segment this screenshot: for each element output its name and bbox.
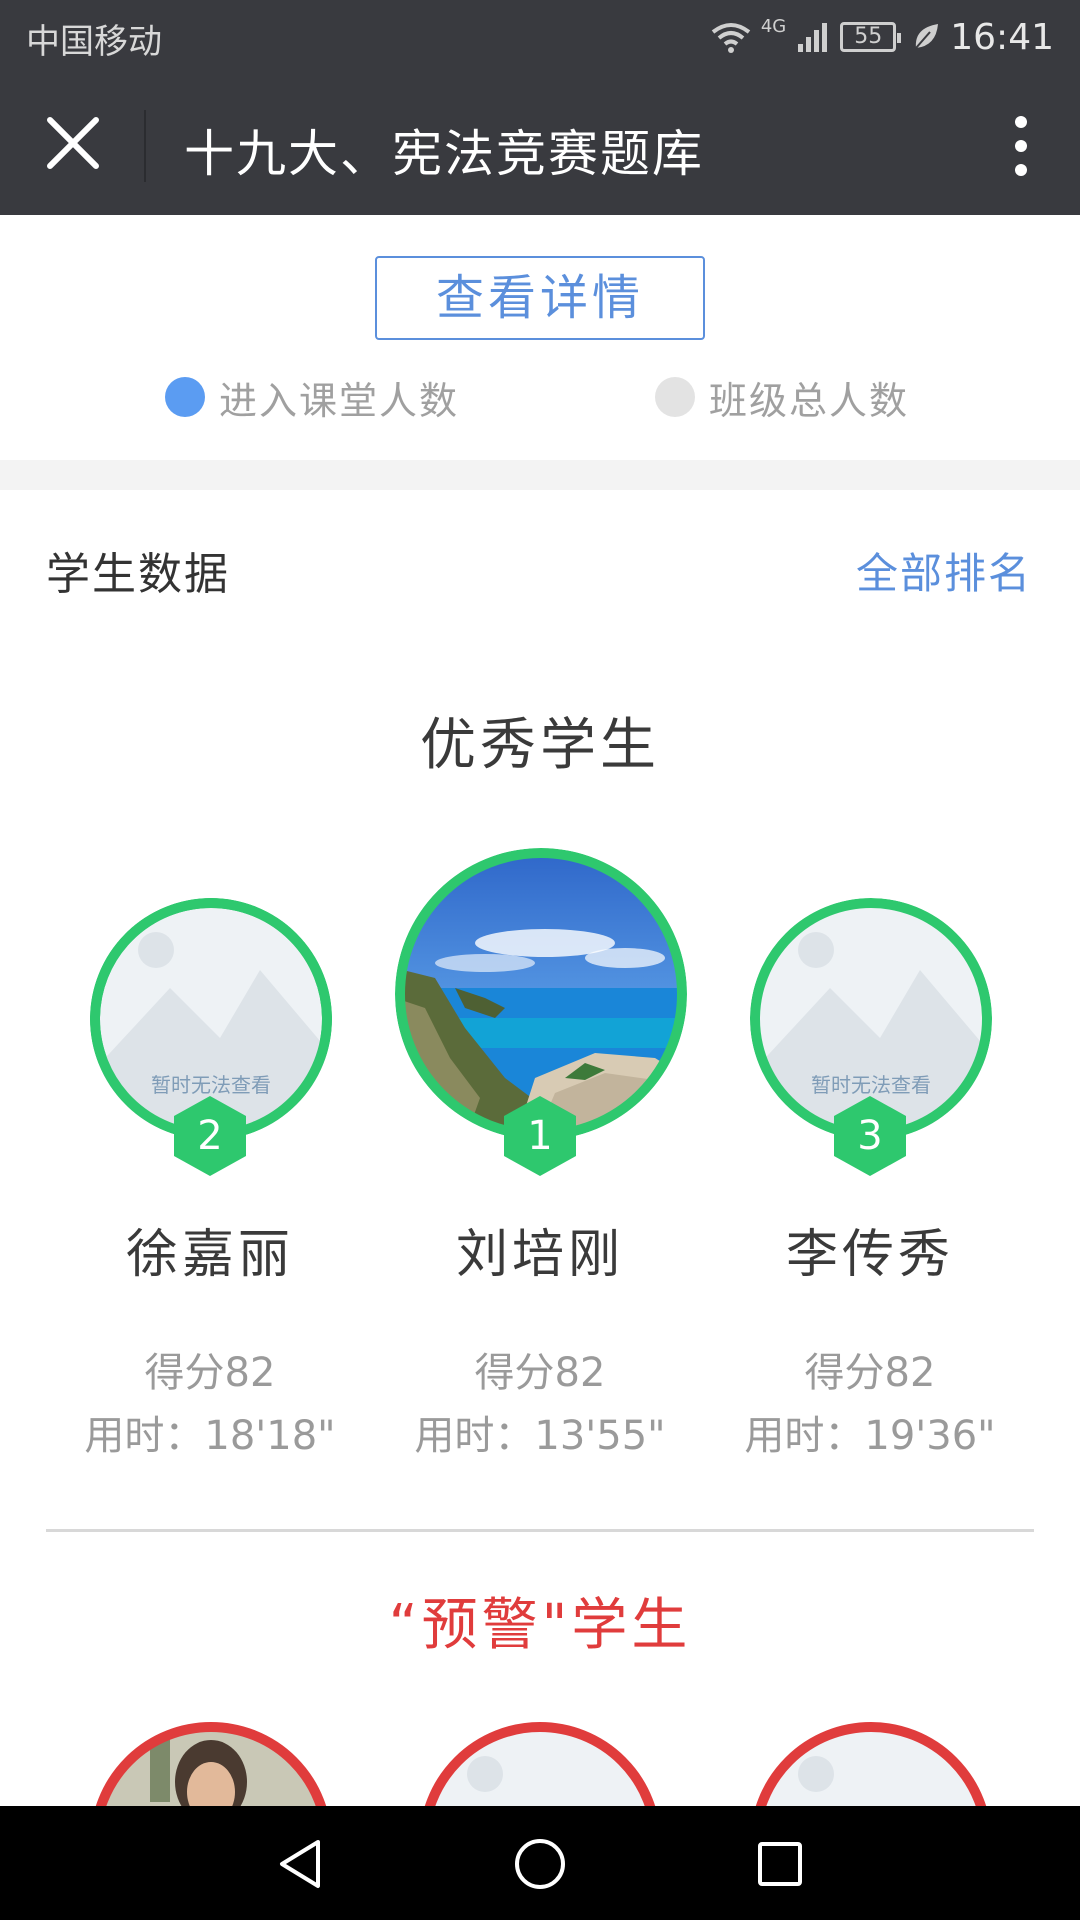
leaf-icon bbox=[915, 24, 939, 49]
more-menu-icon[interactable] bbox=[1006, 114, 1036, 178]
battery-icon: 55 bbox=[840, 22, 902, 52]
student-score: 得分82 bbox=[804, 1350, 936, 1396]
student-time: 用时：18'18" bbox=[84, 1413, 336, 1459]
system-navigation-bar bbox=[0, 1806, 1080, 1920]
legend-item-total: 班级总人数 bbox=[655, 372, 910, 423]
legend-dot bbox=[655, 377, 695, 417]
student-time: 用时：13'55" bbox=[414, 1413, 666, 1459]
status-bar: 中国移动 4G 55 16:41 bbox=[0, 0, 1080, 74]
wifi-icon bbox=[711, 23, 751, 53]
all-ranking-link[interactable]: 全部排名 bbox=[856, 540, 1032, 601]
warning-student-avatar[interactable] bbox=[419, 1722, 661, 1806]
legend-item-entered: 进入课堂人数 bbox=[165, 372, 460, 423]
legend-label: 进入课堂人数 bbox=[219, 378, 460, 423]
page-title: 十九大、宪法竞赛题库 bbox=[184, 125, 704, 183]
student-name: 刘培刚 bbox=[455, 1225, 624, 1285]
avatar-placeholder-text: 暂时无法查看 bbox=[151, 1073, 271, 1097]
recents-icon[interactable] bbox=[752, 1836, 808, 1892]
warning-student-avatar[interactable] bbox=[750, 1722, 992, 1806]
student-score: 得分82 bbox=[144, 1350, 276, 1396]
rank-number: 3 bbox=[857, 1113, 883, 1159]
section-divider bbox=[46, 1529, 1034, 1532]
rank-number: 2 bbox=[197, 1113, 223, 1159]
section-separator bbox=[0, 460, 1080, 490]
student-data-title: 学生数据 bbox=[46, 549, 230, 600]
student-time: 用时：19'36" bbox=[744, 1413, 996, 1459]
battery-level: 55 bbox=[854, 24, 883, 49]
close-icon[interactable] bbox=[40, 110, 106, 176]
signal-icon bbox=[798, 23, 828, 52]
avatar-placeholder-text: 暂时无法查看 bbox=[811, 1073, 931, 1097]
rank-number: 1 bbox=[527, 1113, 553, 1159]
rank-badge: 3 bbox=[834, 1096, 906, 1176]
nav-divider bbox=[144, 110, 146, 182]
legend-dot bbox=[165, 377, 205, 417]
student-score: 得分82 bbox=[474, 1350, 606, 1396]
top-student-card-rank-2[interactable]: 暂时无法查看 2 徐嘉丽 得分82 用时：18'18" bbox=[60, 898, 360, 1459]
excellent-students-heading: 优秀学生 bbox=[420, 713, 660, 778]
warning-students-heading: “预警"学生 bbox=[388, 1593, 692, 1658]
legend-label: 班级总人数 bbox=[709, 378, 910, 423]
status-indicators: 4G 55 16:41 bbox=[711, 12, 1054, 62]
carrier-label: 中国移动 bbox=[26, 22, 162, 62]
network-type-label: 4G bbox=[760, 16, 787, 37]
nav-bar: 十九大、宪法竞赛题库 bbox=[0, 74, 1080, 215]
top-student-card-rank-1[interactable]: 1 刘培刚 得分82 用时：13'55" bbox=[390, 848, 690, 1459]
student-name: 徐嘉丽 bbox=[125, 1225, 294, 1285]
home-icon[interactable] bbox=[512, 1836, 568, 1892]
view-details-button[interactable]: 查看详情 bbox=[375, 256, 705, 340]
rank-badge: 2 bbox=[174, 1096, 246, 1176]
warning-student-avatar[interactable] bbox=[90, 1722, 332, 1806]
clock: 16:41 bbox=[950, 16, 1054, 58]
rank-badge: 1 bbox=[504, 1096, 576, 1176]
student-name: 李传秀 bbox=[785, 1225, 954, 1285]
top-student-card-rank-3[interactable]: 暂时无法查看 3 李传秀 得分82 用时：19'36" bbox=[720, 898, 1020, 1459]
back-icon[interactable] bbox=[272, 1836, 328, 1892]
